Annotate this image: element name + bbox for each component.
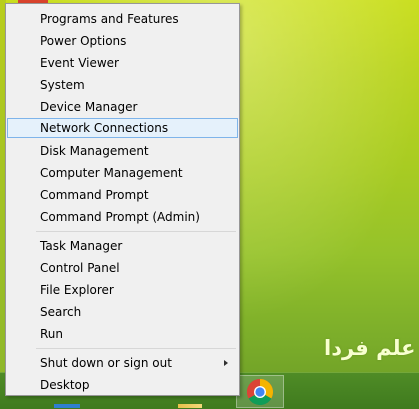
menu-item-command-prompt[interactable]: Command Prompt (7, 184, 238, 204)
internet-explorer-icon (54, 404, 80, 408)
menu-item-network-connections[interactable]: Network Connections (7, 118, 238, 138)
chrome-icon (246, 379, 274, 406)
menu-item-event-viewer[interactable]: Event Viewer (7, 52, 238, 72)
menu-item-desktop[interactable]: Desktop (7, 374, 238, 394)
winx-context-menu: Programs and Features Power Options Even… (5, 3, 240, 396)
menu-item-command-prompt-admin[interactable]: Command Prompt (Admin) (7, 206, 238, 226)
menu-item-file-explorer[interactable]: File Explorer (7, 279, 238, 299)
taskbar-chrome[interactable] (236, 375, 284, 408)
menu-item-control-panel[interactable]: Control Panel (7, 257, 238, 277)
menu-item-run[interactable]: Run (7, 323, 238, 343)
menu-item-device-manager[interactable]: Device Manager (7, 96, 238, 116)
menu-item-programs-and-features[interactable]: Programs and Features (7, 8, 238, 28)
menu-separator (36, 231, 236, 232)
menu-item-power-options[interactable]: Power Options (7, 30, 238, 50)
menu-item-system[interactable]: System (7, 74, 238, 94)
menu-item-computer-management[interactable]: Computer Management (7, 162, 238, 182)
menu-item-disk-management[interactable]: Disk Management (7, 140, 238, 160)
watermark-text: علم فردا (324, 336, 416, 360)
menu-item-shut-down-or-sign-out[interactable]: Shut down or sign out (7, 352, 238, 372)
menu-separator (36, 348, 236, 349)
menu-item-task-manager[interactable]: Task Manager (7, 235, 238, 255)
chevron-right-icon (224, 360, 228, 366)
file-explorer-icon (178, 404, 202, 408)
menu-item-search[interactable]: Search (7, 301, 238, 321)
menu-item-label: Shut down or sign out (40, 356, 172, 370)
